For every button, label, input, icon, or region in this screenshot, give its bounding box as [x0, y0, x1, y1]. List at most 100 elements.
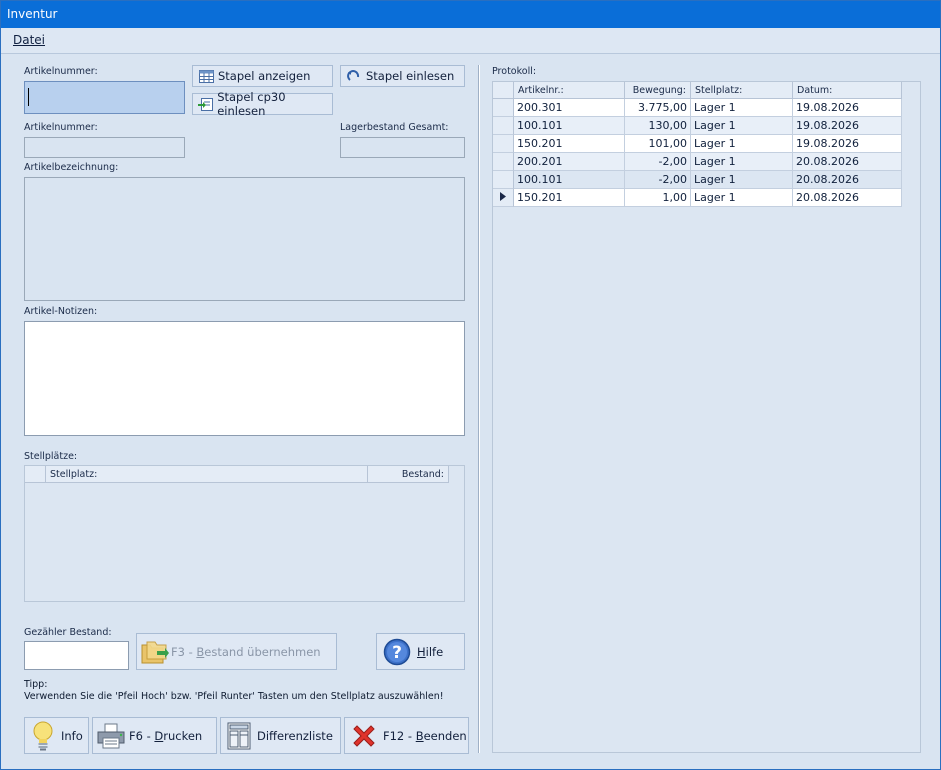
gezaehlter-bestand-input[interactable] [24, 641, 129, 670]
beenden-button[interactable]: F12 - Beenden [344, 717, 469, 754]
artikelnummer-display [24, 137, 185, 158]
stellplaetze-header: Stellplatz: Bestand: [25, 466, 449, 483]
cell-datum: 19.08.2026 [793, 99, 902, 117]
cell-artikelnr: 100.101 [514, 171, 625, 189]
protokoll-header: Artikelnr.: Bewegung: Stellplatz: Datum: [493, 82, 902, 99]
cell-datum: 20.08.2026 [793, 189, 902, 207]
beenden-rest: eenden [423, 728, 467, 743]
datum-column-header: Datum: [793, 82, 902, 99]
stellplaetze-label: Stellplätze: [24, 451, 78, 462]
cell-stellplatz: Lager 1 [691, 171, 793, 189]
hilfe-key: H [417, 644, 426, 659]
cell-stellplatz: Lager 1 [691, 99, 793, 117]
stellplatz-column-header: Stellplatz: [691, 82, 793, 99]
row-selector[interactable] [493, 171, 514, 189]
artikelnummer2-label: Artikelnummer: [24, 122, 98, 133]
svg-text:?: ? [392, 643, 402, 663]
cell-stellplatz: Lager 1 [691, 117, 793, 135]
gezaehlter-bestand-label: Gezähler Bestand: [24, 627, 112, 638]
artikelnummer-input[interactable] [24, 81, 185, 114]
info-label: Info [61, 728, 83, 743]
cell-bewegung: 101,00 [625, 135, 691, 153]
table-row[interactable]: 100.101 -2,00 Lager 1 20.08.2026 [493, 171, 902, 189]
cell-artikelnr: 150.201 [514, 189, 625, 207]
cell-datum: 20.08.2026 [793, 171, 902, 189]
stapel-anzeigen-label: Stapel anzeigen [218, 69, 311, 83]
cell-bewegung: 1,00 [625, 189, 691, 207]
lagerbestand-label: Lagerbestand Gesamt: [340, 122, 449, 133]
table-row[interactable]: 100.101 130,00 Lager 1 19.08.2026 [493, 117, 902, 135]
row-selector[interactable] [493, 135, 514, 153]
table-row[interactable]: 200.201 -2,00 Lager 1 20.08.2026 [493, 153, 902, 171]
cell-stellplatz: Lager 1 [691, 189, 793, 207]
lightbulb-icon [25, 720, 61, 752]
import-icon [197, 96, 214, 112]
table-row[interactable]: 200.301 3.775,00 Lager 1 19.08.2026 [493, 99, 902, 117]
cell-artikelnr: 100.101 [514, 117, 625, 135]
lagerbestand-display [340, 137, 465, 158]
row-selector[interactable] [493, 153, 514, 171]
hilfe-button[interactable]: ? Hilfe [376, 633, 465, 670]
stapel-cp30-einlesen-button[interactable]: Stapel cp30 einlesen [192, 90, 333, 118]
cell-stellplatz: Lager 1 [691, 153, 793, 171]
artikel-notizen-field[interactable] [24, 321, 465, 436]
row-selector[interactable] [493, 99, 514, 117]
cell-stellplatz: Lager 1 [691, 135, 793, 153]
help-icon: ? [377, 638, 417, 666]
cell-bewegung: 3.775,00 [625, 99, 691, 117]
drucken-button[interactable]: F6 - Drucken [92, 717, 217, 754]
bestand-uebernehmen-key: B [196, 644, 205, 659]
stapel-anzeigen-button[interactable]: Stapel anzeigen [192, 65, 333, 87]
printer-icon [93, 723, 129, 749]
bestand-uebernehmen-button[interactable]: F3 - Bestand übernehmen [136, 633, 337, 670]
cell-datum: 19.08.2026 [793, 117, 902, 135]
artikelnummer-label: Artikelnummer: [24, 66, 98, 77]
table-row[interactable]: 150.201 101,00 Lager 1 19.08.2026 [493, 135, 902, 153]
tipp-text: Verwenden Sie die 'Pfeil Hoch' bzw. 'Pfe… [24, 691, 444, 702]
cell-artikelnr: 200.301 [514, 99, 625, 117]
table-row-selected[interactable]: 150.201 1,00 Lager 1 20.08.2026 [493, 189, 902, 207]
drucken-rest: rucken [163, 728, 203, 743]
bestand-uebernehmen-rest: estand übernehmen [204, 644, 321, 659]
table-icon [197, 68, 215, 84]
stapel-einlesen-button[interactable]: Stapel einlesen [340, 65, 465, 87]
hilfe-rest: ilfe [425, 644, 444, 659]
artikelnr-column-header: Artikelnr.: [514, 82, 625, 99]
stellplatz-column-header: Stellplatz: [46, 466, 368, 483]
report-icon [221, 722, 257, 750]
window-title: Inventur [7, 7, 58, 21]
beenden-prefix: F12 - [383, 728, 416, 743]
stellplaetze-grid[interactable]: Stellplatz: Bestand: [24, 465, 465, 602]
artikelbezeichnung-field [24, 177, 465, 301]
artikel-notizen-label: Artikel-Notizen: [24, 306, 98, 317]
text-caret [28, 88, 29, 106]
row-selector-header [25, 466, 46, 483]
cell-artikelnr: 150.201 [514, 135, 625, 153]
inventur-window: Inventur Datei Artikelnummer: Stapel anz… [0, 0, 941, 770]
beenden-key: B [415, 728, 424, 743]
drucken-key: D [154, 728, 164, 743]
differenzliste-button[interactable]: Differenzliste [220, 717, 341, 754]
row-selector[interactable] [493, 117, 514, 135]
cell-datum: 20.08.2026 [793, 153, 902, 171]
stapel-cp30-label: Stapel cp30 einlesen [217, 90, 286, 118]
row-selector[interactable] [493, 189, 514, 207]
row-selector-header [493, 82, 514, 99]
protokoll-label: Protokoll: [492, 66, 537, 77]
bewegung-column-header: Bewegung: [625, 82, 691, 99]
tipp-label: Tipp: [24, 679, 48, 690]
menu-datei[interactable]: Datei [13, 33, 45, 47]
info-button[interactable]: Info [24, 717, 89, 754]
title-bar: Inventur [1, 1, 940, 28]
cell-artikelnr: 200.201 [514, 153, 625, 171]
stapel-einlesen-label: Stapel einlesen [366, 69, 455, 83]
differenzliste-label: Differenzliste [257, 728, 333, 743]
current-row-arrow-icon [500, 191, 506, 204]
protokoll-grid[interactable]: Artikelnr.: Bewegung: Stellplatz: Datum:… [492, 81, 921, 753]
cell-bewegung: -2,00 [625, 153, 691, 171]
vertical-divider [478, 65, 480, 753]
folder-transfer-icon [137, 637, 171, 667]
cell-datum: 19.08.2026 [793, 135, 902, 153]
bestand-uebernehmen-prefix: F3 - [171, 644, 197, 659]
refresh-arrow-icon [345, 68, 363, 84]
